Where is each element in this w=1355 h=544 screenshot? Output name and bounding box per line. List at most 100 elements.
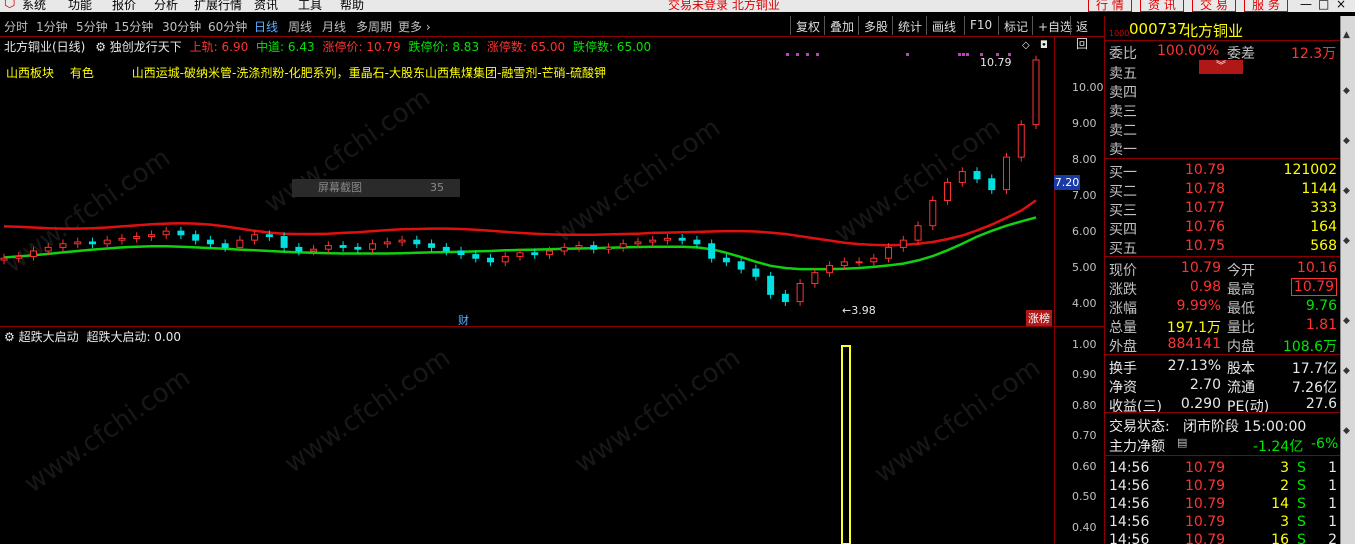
candle xyxy=(1017,120,1025,162)
candle xyxy=(811,268,819,288)
period-5min[interactable]: 5分钟 xyxy=(76,18,108,35)
strip-icon[interactable]: ◆ xyxy=(1343,236,1350,246)
signal-dot xyxy=(906,53,909,56)
strip-icon[interactable]: ◆ xyxy=(1343,186,1350,196)
tab-quote[interactable]: 行 情 xyxy=(1088,0,1132,12)
period-60min[interactable]: 60分钟 xyxy=(208,18,247,35)
stats2-row[interactable]: 换手 27.13% 股本 17.7亿 xyxy=(1105,357,1341,377)
tool-draw-button[interactable]: 画线 xyxy=(926,16,961,35)
separator xyxy=(1105,158,1341,159)
sub-indicator-chart[interactable]: www.cfchi.com www.cfchi.com www.cfchi.co… xyxy=(0,326,1104,544)
strip-icon[interactable]: ◆ xyxy=(1343,316,1350,326)
period-multi[interactable]: 多周期 xyxy=(356,18,392,35)
menu-item-news[interactable]: 资讯 xyxy=(254,0,278,12)
stat-value: 10.79 xyxy=(1290,278,1337,296)
tool-overlay-button[interactable]: 叠加 xyxy=(824,16,859,35)
ask-row[interactable]: 卖四 xyxy=(1105,81,1341,101)
candle xyxy=(15,252,23,263)
candle xyxy=(973,167,981,184)
bid-volume: 121002 xyxy=(1283,162,1337,178)
menu-item-function[interactable]: 功能 xyxy=(68,0,92,12)
ask-row[interactable]: 卖一 xyxy=(1105,138,1341,158)
close-button[interactable]: × xyxy=(1336,0,1346,11)
tool-mark-button[interactable]: 标记 xyxy=(998,16,1033,35)
strip-icon[interactable]: ◆ xyxy=(1343,86,1350,96)
strip-icon[interactable]: ◆ xyxy=(1343,366,1350,376)
limit-up-list-marker[interactable]: 涨榜 xyxy=(1026,310,1052,326)
main-price-chart[interactable]: www.cfchi.com www.cfchi.com www.cfchi.co… xyxy=(0,36,1104,327)
strip-icon[interactable]: ◆ xyxy=(1343,426,1350,436)
stat-label: 最低 xyxy=(1227,301,1255,317)
window-toggle-icon[interactable]: ◘ xyxy=(1040,40,1048,51)
menu-item-analysis[interactable]: 分析 xyxy=(154,0,178,12)
bid-row[interactable]: 买四 10.76 164 xyxy=(1105,218,1341,238)
trade-status-row: 交易状态: 闭市阶段 15:00:00 xyxy=(1105,415,1341,435)
maximize-button[interactable]: □ xyxy=(1318,0,1329,11)
candle xyxy=(162,226,170,240)
period-daily[interactable]: 日线 xyxy=(254,18,278,35)
stats-row[interactable]: 现价 10.79 今开 10.16 xyxy=(1105,259,1341,279)
stat-label: 今开 xyxy=(1227,263,1255,279)
tool-multi-stock-button[interactable]: 多股 xyxy=(858,16,893,35)
stats-row[interactable]: 外盘 884141 内盘 108.6万 xyxy=(1105,335,1341,355)
period-monthly[interactable]: 月线 xyxy=(322,18,346,35)
stat-value: 7.26亿 xyxy=(1291,380,1337,396)
period-15min[interactable]: 15分钟 xyxy=(114,18,153,35)
tab-service[interactable]: 服 务 xyxy=(1244,0,1288,12)
stats2-row[interactable]: 净资 2.70 流通 7.26亿 xyxy=(1105,376,1341,396)
bid-row[interactable]: 买二 10.78 1144 xyxy=(1105,180,1341,200)
tick-row[interactable]: 14:56 10.79 2 S 1 xyxy=(1105,477,1341,496)
tool-f10-button[interactable]: F10 xyxy=(964,16,997,35)
candle xyxy=(988,174,996,194)
menu-item-help[interactable]: 帮助 xyxy=(340,0,364,12)
bid-row[interactable]: 买一 10.79 121002 xyxy=(1105,161,1341,181)
period-weekly[interactable]: 周线 xyxy=(288,18,312,35)
tick-count: 1 xyxy=(1328,460,1337,476)
tick-row[interactable]: 14:56 10.79 3 S 1 xyxy=(1105,513,1341,532)
stat-value: 10.79 xyxy=(1180,260,1221,276)
main-flow-pct: -6% xyxy=(1311,436,1339,452)
tool-back-button[interactable]: 返回 xyxy=(1070,16,1100,51)
menu-item-quote[interactable]: 报价 xyxy=(112,0,136,12)
strip-icon[interactable]: ▲ xyxy=(1343,30,1350,40)
tick-row[interactable]: 14:56 10.79 3 S 1 xyxy=(1105,459,1341,478)
minimize-button[interactable]: — xyxy=(1300,0,1312,11)
candle xyxy=(280,232,288,252)
stat-value: 2.70 xyxy=(1189,377,1221,393)
tab-trade[interactable]: 交 易 xyxy=(1192,0,1236,12)
tick-row[interactable]: 14:56 10.79 14 S 1 xyxy=(1105,495,1341,514)
menu-item-extended[interactable]: 扩展行情 xyxy=(194,0,242,12)
stat-label: 内盘 xyxy=(1227,339,1255,355)
stat-value: 27.6 xyxy=(1305,396,1337,412)
separator xyxy=(1105,455,1341,456)
period-1min[interactable]: 1分钟 xyxy=(36,18,68,35)
stat-value: 108.6万 xyxy=(1282,339,1337,355)
period-intraday[interactable]: 分时 xyxy=(4,18,28,35)
candle xyxy=(796,279,804,306)
bid-row[interactable]: 买五 10.75 568 xyxy=(1105,237,1341,257)
ask-row[interactable]: 卖三 xyxy=(1105,100,1341,120)
candle xyxy=(251,230,259,245)
tool-stats-button[interactable]: 统计 xyxy=(892,16,927,35)
ask-row[interactable]: 卖二 xyxy=(1105,119,1341,139)
stats-row[interactable]: 涨幅 9.99% 最低 9.76 xyxy=(1105,297,1341,317)
ask-row[interactable]: 卖五 xyxy=(1105,62,1341,82)
tab-news[interactable]: 资 讯 xyxy=(1140,0,1184,12)
menu-item-system[interactable]: 系统 xyxy=(22,0,46,12)
bid-row[interactable]: 买三 10.77 333 xyxy=(1105,199,1341,219)
stats-row[interactable]: 总量 197.1万 量比 1.81 xyxy=(1105,316,1341,336)
tick-side: S xyxy=(1297,532,1306,544)
stats-row[interactable]: 涨跌 0.98 最高 10.79 xyxy=(1105,278,1341,298)
menu-item-tools[interactable]: 工具 xyxy=(298,0,322,12)
signal-dot xyxy=(958,53,961,56)
period-toolbar: 分时 1分钟 5分钟 15分钟 30分钟 60分钟 日线 周线 月线 多周期 更… xyxy=(0,16,1100,51)
period-30min[interactable]: 30分钟 xyxy=(162,18,201,35)
strip-icon[interactable]: ◆ xyxy=(1343,136,1350,146)
main-flow-icon[interactable]: ▤ xyxy=(1177,436,1187,449)
tick-row[interactable]: 14:56 10.79 16 S 2 xyxy=(1105,531,1341,544)
tick-count: 1 xyxy=(1328,514,1337,530)
stat-label: 换手 xyxy=(1109,361,1137,377)
period-more[interactable]: 更多 › xyxy=(398,18,431,35)
signal-dot xyxy=(816,53,819,56)
tool-adjust-button[interactable]: 复权 xyxy=(790,16,825,35)
